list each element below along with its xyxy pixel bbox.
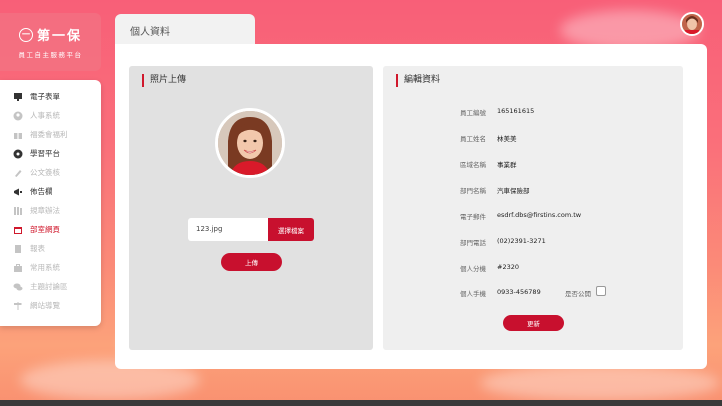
sidebar-item-common-systems[interactable]: 常用系統 — [0, 258, 101, 277]
megaphone-icon — [13, 187, 23, 197]
email-field[interactable]: esdrf.dbs@firstins.com.tw — [497, 211, 581, 219]
field-mobile: 個人手機 0933-456789 是否公開 — [383, 286, 683, 300]
sidebar-item-label: 部室網頁 — [30, 225, 60, 234]
sidebar-item-label: 公文簽核 — [30, 168, 60, 177]
sidebar-item-department-pages[interactable]: 部室網頁 — [0, 220, 101, 239]
page-title: 個人資料 — [130, 27, 170, 38]
field-region: 區域名稱 事業群 — [383, 159, 683, 171]
field-label: 員工編號 — [460, 109, 486, 117]
books-icon — [13, 206, 23, 216]
department-phone-field[interactable]: (02)2391-3271 — [497, 237, 546, 245]
field-label: 個人手機 — [460, 290, 486, 298]
person-icon — [13, 111, 23, 121]
user-avatar[interactable] — [680, 12, 704, 36]
sidebar-item-label: 人事系統 — [30, 111, 60, 120]
field-label: 部門名稱 — [460, 187, 486, 195]
bottom-bar — [0, 400, 722, 406]
field-value: 事業群 — [497, 161, 517, 169]
sidebar-item-regulations[interactable]: 規章辦法 — [0, 201, 101, 220]
choose-file-button[interactable]: 選擇檔案 — [268, 218, 314, 241]
sidebar-item-welfare[interactable]: 福委會福利 — [0, 125, 101, 144]
sidebar-item-document-approval[interactable]: 公文簽核 — [0, 163, 101, 182]
calendar-icon — [13, 225, 23, 235]
monitor-icon — [13, 92, 23, 102]
sidebar-item-site-guide[interactable]: 網站導覽 — [0, 296, 101, 315]
field-department-phone: 部門電話 (02)2391-3271 — [383, 237, 683, 249]
public-checkbox[interactable] — [596, 286, 606, 296]
mobile-field[interactable]: 0933-456789 — [497, 288, 541, 296]
field-email: 電子郵件 esdrf.dbs@firstins.com.tw — [383, 211, 683, 223]
upload-button[interactable]: 上傳 — [221, 253, 282, 271]
field-label: 電子郵件 — [460, 213, 486, 221]
field-value: 165161615 — [497, 107, 535, 115]
panel-title: 照片上傳 — [142, 74, 186, 87]
signpost-icon — [13, 301, 23, 311]
field-value: 汽車保險部 — [497, 187, 530, 195]
sidebar-item-e-forms[interactable]: 電子表單 — [0, 87, 101, 106]
field-label: 部門電話 — [460, 239, 486, 247]
brand-subtitle: 員工自主服務平台 — [18, 51, 83, 59]
pen-icon — [13, 168, 23, 178]
field-value: 林美美 — [497, 135, 517, 143]
file-picker: 123.jpg 選擇檔案 — [188, 218, 314, 241]
panel-title: 編輯資料 — [396, 74, 440, 87]
sidebar-item-learning[interactable]: 學習平台 — [0, 144, 101, 163]
extension-field[interactable]: #2320 — [497, 263, 519, 271]
chat-icon — [13, 282, 23, 292]
edit-info-panel: 編輯資料 員工編號 165161615 員工姓名 林美美 區域名稱 事業群 部門… — [383, 66, 683, 350]
sidebar: 電子表單 人事系統 福委會福利 學習平台 公文簽核 佈告欄 規章辦法 部室網頁 … — [0, 80, 101, 326]
sidebar-item-hr-system[interactable]: 人事系統 — [0, 106, 101, 125]
sidebar-item-label: 規章辦法 — [30, 206, 60, 215]
file-name-field[interactable]: 123.jpg — [188, 218, 268, 241]
field-employee-id: 員工編號 165161615 — [383, 107, 683, 119]
briefcase-icon — [13, 263, 23, 273]
sidebar-item-label: 網站導覽 — [30, 301, 60, 310]
tab-personal-info[interactable]: 個人資料 — [115, 14, 255, 46]
soccer-ball-icon — [13, 149, 23, 159]
sidebar-item-reports[interactable]: 報表 — [0, 239, 101, 258]
field-department: 部門名稱 汽車保險部 — [383, 185, 683, 197]
sidebar-item-label: 報表 — [30, 244, 45, 253]
logo-seal-icon: 一 — [18, 27, 33, 42]
photo-upload-panel: 照片上傳 123.jpg 選擇檔案 上傳 — [129, 66, 373, 350]
sidebar-item-label: 佈告欄 — [30, 187, 53, 196]
sidebar-item-label: 學習平台 — [30, 149, 60, 158]
profile-photo — [215, 108, 285, 178]
sidebar-item-forum[interactable]: 主題討論區 — [0, 277, 101, 296]
field-employee-name: 員工姓名 林美美 — [383, 133, 683, 145]
gift-icon — [13, 130, 23, 140]
sidebar-item-label: 主題討論區 — [30, 282, 68, 291]
public-label: 是否公開 — [565, 290, 591, 298]
field-label: 個人分機 — [460, 265, 486, 273]
update-button[interactable]: 更新 — [503, 315, 564, 331]
sidebar-item-bulletin[interactable]: 佈告欄 — [0, 182, 101, 201]
field-label: 區域名稱 — [460, 161, 486, 169]
document-icon — [13, 244, 23, 254]
main-card: 照片上傳 123.jpg 選擇檔案 上傳 編輯資料 員工編號 165161615 — [115, 44, 707, 369]
field-label: 員工姓名 — [460, 135, 486, 143]
brand-logo[interactable]: 一 第一保 員工自主服務平台 — [0, 13, 101, 71]
sidebar-item-label: 福委會福利 — [30, 130, 68, 139]
sidebar-item-label: 電子表單 — [30, 92, 60, 101]
cloud-decoration — [480, 365, 720, 401]
field-extension: 個人分機 #2320 — [383, 263, 683, 275]
logo-text: 第一保 — [36, 29, 82, 44]
sidebar-item-label: 常用系統 — [30, 263, 60, 272]
